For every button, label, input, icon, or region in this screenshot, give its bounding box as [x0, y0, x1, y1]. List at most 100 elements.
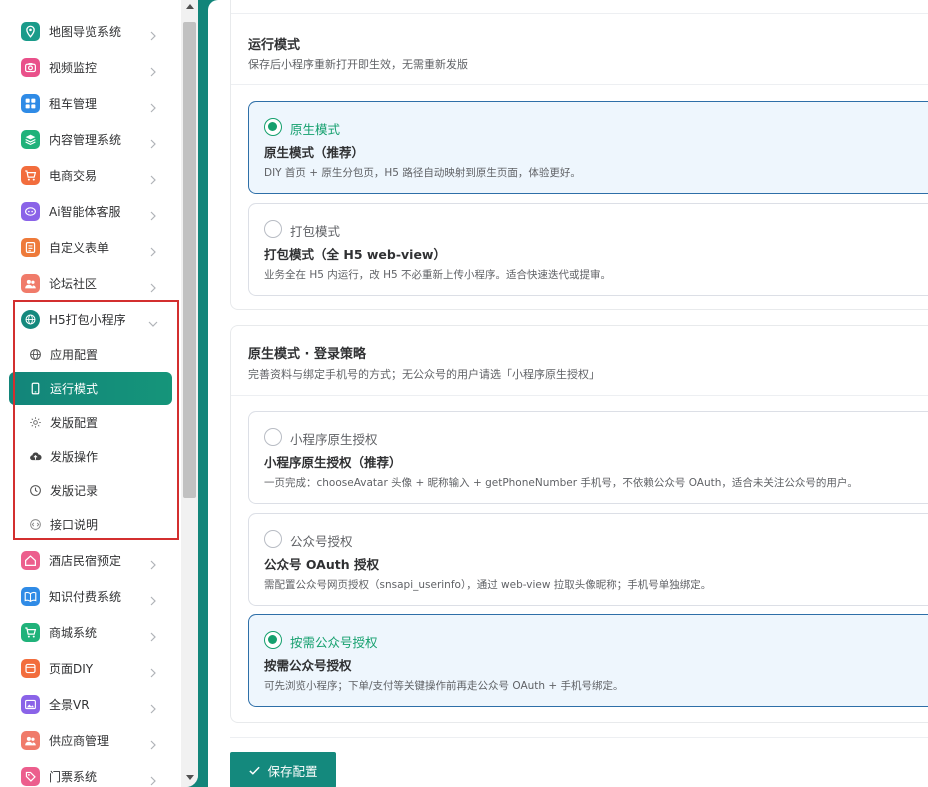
- radio-on-demand-oauth[interactable]: [264, 631, 282, 649]
- chevron-right-icon: [148, 699, 158, 714]
- sidebar-item-supplier[interactable]: 供应商管理: [0, 722, 181, 758]
- option-desc: 需配置公众号网页授权（snsapi_userinfo），通过 web-view …: [264, 579, 712, 591]
- option-title: 按需公众号授权: [264, 658, 352, 673]
- sidebar-item-h5-miniprogram[interactable]: H5打包小程序: [0, 301, 181, 337]
- sidebar: 地图导览系统 视频监控 租车管理 内容管理系统 电商交易 Ai智能体客服 自定义…: [0, 0, 198, 787]
- option-title: 原生模式（推荐）: [264, 145, 365, 160]
- chevron-right-icon: [148, 134, 158, 149]
- cloud-upload-icon: [28, 450, 42, 464]
- subitem-label: 发版操作: [50, 450, 99, 464]
- home-icon: [21, 550, 40, 570]
- chevron-right-icon: [148, 206, 158, 221]
- sidebar-item-map-guide[interactable]: 地图导览系统: [0, 13, 181, 49]
- subitem-release-config[interactable]: 发版配置: [9, 406, 172, 439]
- sidebar-item-cms[interactable]: 内容管理系统: [0, 121, 181, 157]
- option-official-oauth[interactable]: 公众号授权 公众号 OAuth 授权 需配置公众号网页授权（snsapi_use…: [248, 513, 928, 606]
- gear-icon: [28, 416, 42, 430]
- layers-icon: [21, 129, 40, 149]
- card-divider: [231, 84, 928, 85]
- sidebar-item-label: 知识付费系统: [49, 589, 122, 604]
- subitem-api-docs[interactable]: 接口说明: [9, 508, 172, 541]
- sidebar-scrollbar[interactable]: [181, 0, 198, 787]
- code-icon: [28, 518, 42, 532]
- sidebar-item-label: 地图导览系统: [49, 24, 122, 39]
- sidebar-item-label: 门票系统: [49, 769, 98, 784]
- chevron-right-icon: [148, 62, 158, 77]
- subitem-app-config[interactable]: 应用配置: [9, 338, 172, 371]
- chevron-right-icon: [148, 663, 158, 678]
- radio-label: 按需公众号授权: [290, 635, 378, 650]
- subitem-label: 发版记录: [50, 484, 99, 498]
- chevron-right-icon: [148, 98, 158, 113]
- sidebar-item-ticket[interactable]: 门票系统: [0, 758, 181, 787]
- card-divider: [231, 13, 928, 14]
- sidebar-item-knowledge-paid[interactable]: 知识付费系统: [0, 578, 181, 614]
- main-content: 运行模式 保存后小程序重新打开即生效，无需重新发版 原生模式 原生模式（推荐） …: [208, 0, 928, 787]
- subitem-run-mode[interactable]: 运行模式: [9, 372, 172, 405]
- sidebar-item-label: 内容管理系统: [49, 132, 122, 147]
- subitem-release-history[interactable]: 发版记录: [9, 474, 172, 507]
- scrollbar-thumb[interactable]: [183, 22, 196, 498]
- sidebar-item-forum[interactable]: 论坛社区: [0, 265, 181, 301]
- option-package-mode[interactable]: 打包模式 打包模式（全 H5 web-view） 业务全在 H5 内运行，改 H…: [248, 203, 928, 296]
- sidebar-item-label: Ai智能体客服: [49, 204, 121, 219]
- footer-divider: [230, 737, 928, 738]
- login-title: 原生模式 · 登录策略: [248, 347, 366, 362]
- sidebar-item-vr[interactable]: 全景VR: [0, 686, 181, 722]
- clock-icon: [28, 484, 42, 498]
- sidebar-item-label: 论坛社区: [49, 276, 98, 291]
- sidebar-item-page-diy[interactable]: 页面DIY: [0, 650, 181, 686]
- sidebar-item-mall[interactable]: 商城系统: [0, 614, 181, 650]
- option-on-demand-oauth[interactable]: 按需公众号授权 按需公众号授权 可先浏览小程序；下单/支付等关键操作前再走公众号…: [248, 614, 928, 707]
- option-miniprogram-auth[interactable]: 小程序原生授权 小程序原生授权（推荐） 一页完成：chooseAvatar 头像…: [248, 411, 928, 504]
- option-desc: 一页完成：chooseAvatar 头像 + 昵称输入 + getPhoneNu…: [264, 477, 858, 489]
- supplier-icon: [21, 730, 40, 750]
- sidebar-item-ai-service[interactable]: Ai智能体客服: [0, 193, 181, 229]
- sidebar-item-ecommerce[interactable]: 电商交易: [0, 157, 181, 193]
- card-divider: [231, 395, 928, 396]
- sidebar-item-label: 租车管理: [49, 96, 98, 111]
- chevron-right-icon: [148, 627, 158, 642]
- page-icon: [21, 658, 40, 678]
- radio-label: 小程序原生授权: [290, 432, 378, 447]
- sidebar-item-video-monitor[interactable]: 视频监控: [0, 49, 181, 85]
- chevron-right-icon: [148, 771, 158, 786]
- option-title: 公众号 OAuth 授权: [264, 557, 379, 572]
- option-desc: 业务全在 H5 内运行，改 H5 不必重新上传小程序。适合快速迭代或提审。: [264, 269, 612, 281]
- sidebar-item-hotel[interactable]: 酒店民宿预定: [0, 542, 181, 578]
- sidebar-item-car-rental[interactable]: 租车管理: [0, 85, 181, 121]
- radio-native-mode[interactable]: [264, 118, 282, 136]
- sidebar-item-custom-form[interactable]: 自定义表单: [0, 229, 181, 265]
- chevron-right-icon: [148, 591, 158, 606]
- chevron-right-icon: [148, 278, 158, 293]
- sidebar-item-label: 供应商管理: [49, 733, 110, 748]
- sidebar-item-label: 视频监控: [49, 60, 98, 75]
- chevron-right-icon: [148, 26, 158, 41]
- book-icon: [21, 586, 40, 606]
- users-icon: [21, 273, 40, 293]
- scroll-up-arrow-icon[interactable]: [181, 0, 198, 14]
- camera-icon: [21, 57, 40, 77]
- cart-icon: [21, 165, 40, 185]
- chevron-right-icon: [148, 242, 158, 257]
- option-native-mode[interactable]: 原生模式 原生模式（推荐） DIY 首页 + 原生分包页，H5 路径自动映射到原…: [248, 101, 928, 194]
- scroll-down-arrow-icon[interactable]: [181, 771, 198, 785]
- save-button-label: 保存配置: [267, 763, 318, 779]
- sidebar-item-label: 全景VR: [49, 697, 90, 712]
- run-mode-card: 运行模式 保存后小程序重新打开即生效，无需重新发版 原生模式 原生模式（推荐） …: [230, 0, 928, 310]
- shop-cart-icon: [21, 622, 40, 642]
- sidebar-item-label: 电商交易: [49, 168, 98, 183]
- check-icon: [249, 766, 261, 775]
- chevron-right-icon: [148, 170, 158, 185]
- sidebar-item-label: 页面DIY: [49, 661, 94, 676]
- save-config-button[interactable]: 保存配置: [230, 752, 336, 787]
- option-title: 打包模式（全 H5 web-view）: [264, 247, 446, 262]
- radio-official-oauth[interactable]: [264, 530, 282, 548]
- radio-package-mode[interactable]: [264, 220, 282, 238]
- sidebar-item-label: H5打包小程序: [49, 312, 126, 327]
- globe-icon: [28, 348, 42, 362]
- ai-icon: [21, 201, 40, 221]
- radio-miniprogram-auth[interactable]: [264, 428, 282, 446]
- subitem-release-action[interactable]: 发版操作: [9, 440, 172, 473]
- login-desc: 完善资料与绑定手机号的方式；无公众号的用户请选「小程序原生授权」: [248, 368, 600, 381]
